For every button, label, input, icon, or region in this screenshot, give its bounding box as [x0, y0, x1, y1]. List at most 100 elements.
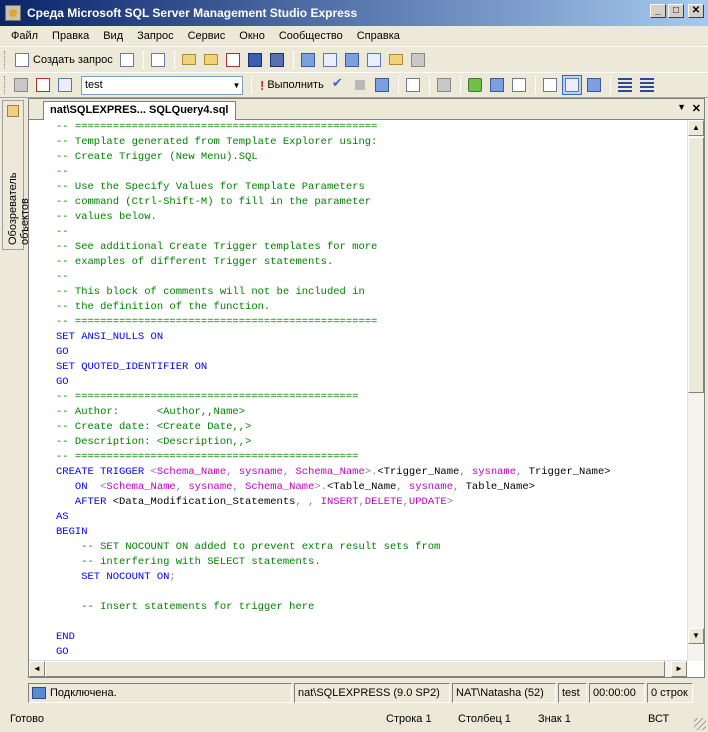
client-stats-button[interactable] — [487, 75, 507, 95]
toolbox-button[interactable] — [386, 50, 406, 70]
maximize-button[interactable]: □ — [668, 4, 684, 18]
code-line[interactable]: SET ANSI_NULLS ON — [56, 330, 611, 345]
code-line[interactable]: SET QUOTED_IDENTIFIER ON — [56, 360, 611, 375]
code-line[interactable] — [56, 585, 611, 600]
code-line[interactable]: -- Create Trigger (New Menu).SQL — [56, 150, 611, 165]
code-line[interactable]: -- See additional Create Trigger templat… — [56, 240, 611, 255]
minimize-button[interactable]: _ — [650, 4, 666, 18]
menu-edit[interactable]: Правка — [45, 30, 96, 42]
code-line[interactable]: -- — [56, 270, 611, 285]
toolbar-grip[interactable] — [4, 76, 7, 94]
horizontal-scrollbar[interactable]: ◄ ► — [29, 660, 687, 677]
horizontal-scroll-thumb[interactable] — [45, 661, 665, 677]
connection-state: Подключена. — [28, 683, 292, 703]
code-line[interactable]: -- command (Ctrl-Shift-M) to fill in the… — [56, 195, 611, 210]
code-line[interactable]: -- Description: <Description,,> — [56, 435, 611, 450]
save-all-button[interactable] — [267, 50, 287, 70]
code-line[interactable]: GO — [56, 645, 611, 660]
results-to-grid-button[interactable] — [561, 75, 582, 95]
open-file-button[interactable] — [179, 50, 199, 70]
new-project-button[interactable] — [148, 50, 168, 70]
code-line[interactable]: -- the definition of the function. — [56, 300, 611, 315]
vertical-scroll-thumb[interactable] — [688, 137, 704, 393]
code-line[interactable]: -- values below. — [56, 210, 611, 225]
code-line[interactable]: -- =====================================… — [56, 315, 611, 330]
comment-button[interactable] — [615, 75, 635, 95]
cancel-query-button[interactable] — [350, 75, 370, 95]
vertical-scrollbar[interactable]: ▲ ▼ — [687, 120, 704, 661]
close-project-button[interactable] — [223, 50, 243, 70]
include-plan-button[interactable] — [465, 75, 485, 95]
code-line[interactable]: -- Insert statements for trigger here — [56, 600, 611, 615]
code-line[interactable]: -- examples of different Trigger stateme… — [56, 255, 611, 270]
code-line[interactable]: ON <Schema_Name, sysname, Schema_Name>.<… — [56, 480, 611, 495]
intellisense-button[interactable] — [434, 75, 454, 95]
close-document-icon[interactable]: ✕ — [692, 102, 701, 115]
display-plan-button[interactable] — [372, 75, 392, 95]
new-query-button[interactable]: Создать запрос — [11, 50, 117, 70]
tab-sqlquery4[interactable]: nat\SQLEXPRES... SQLQuery4.sql — [43, 101, 236, 120]
execute-button[interactable]: ! Выполнить — [256, 78, 328, 93]
app-icon[interactable] — [5, 5, 21, 21]
code-content[interactable]: -- =====================================… — [56, 120, 611, 660]
save-button[interactable] — [245, 50, 265, 70]
menu-query[interactable]: Запрос — [130, 30, 180, 42]
code-line[interactable]: -- interfering with SELECT statements. — [56, 555, 611, 570]
code-line[interactable]: -- =====================================… — [56, 450, 611, 465]
code-line[interactable]: GO — [56, 375, 611, 390]
code-line[interactable]: -- =====================================… — [56, 120, 611, 135]
code-line[interactable]: -- — [56, 165, 611, 180]
code-line[interactable]: -- Author: <Author,,Name> — [56, 405, 611, 420]
connect-button[interactable] — [11, 75, 31, 95]
resize-grip-icon[interactable] — [694, 718, 706, 730]
scroll-right-button[interactable]: ► — [671, 661, 687, 677]
code-line[interactable]: -- =====================================… — [56, 390, 611, 405]
menu-help[interactable]: Справка — [350, 30, 407, 42]
code-line[interactable]: -- This block of comments will not be in… — [56, 285, 611, 300]
object-explorer-tab[interactable]: Обозреватель объектов — [2, 100, 31, 250]
code-line[interactable]: -- — [56, 225, 611, 240]
code-line[interactable]: -- Use the Specify Values for Template P… — [56, 180, 611, 195]
disconnect-button[interactable] — [33, 75, 53, 95]
database-select[interactable]: test ▼ — [81, 75, 243, 95]
code-line[interactable]: -- Template generated from Template Expl… — [56, 135, 611, 150]
new-file-button[interactable] — [117, 50, 137, 70]
sql-editor[interactable]: -- =====================================… — [29, 120, 687, 661]
change-connection-button[interactable] — [55, 75, 75, 95]
results-to-text-button[interactable] — [509, 75, 529, 95]
close-button[interactable]: ✕ — [688, 4, 704, 18]
code-line[interactable]: END — [56, 630, 611, 645]
code-line[interactable]: -- Create date: <Create Date,,> — [56, 420, 611, 435]
toolbar-options-button[interactable] — [408, 50, 428, 70]
code-line[interactable]: GO — [56, 345, 611, 360]
title-bar[interactable]: Среда Microsoft SQL Server Management St… — [0, 0, 708, 26]
code-line[interactable]: CREATE TRIGGER <Schema_Name, sysname, Sc… — [56, 465, 611, 480]
query-designer-button[interactable] — [403, 75, 423, 95]
uncomment-button[interactable] — [637, 75, 657, 95]
menu-community[interactable]: Сообщество — [272, 30, 350, 42]
menu-file[interactable]: Файл — [4, 30, 45, 42]
object-explorer-button[interactable] — [320, 50, 340, 70]
menu-view[interactable]: Вид — [96, 30, 130, 42]
menu-window[interactable]: Окно — [232, 30, 272, 42]
scroll-down-button[interactable]: ▼ — [688, 628, 704, 644]
open-project-button[interactable] — [201, 50, 221, 70]
code-line[interactable]: -- SET NOCOUNT ON added to prevent extra… — [56, 540, 611, 555]
results-to-file-button[interactable] — [584, 75, 604, 95]
registered-servers-button[interactable] — [298, 50, 318, 70]
code-line[interactable]: AS — [56, 510, 611, 525]
chevron-down-icon[interactable]: ▼ — [677, 102, 686, 112]
menu-tools[interactable]: Сервис — [181, 30, 233, 42]
properties-button[interactable] — [364, 50, 384, 70]
scroll-up-button[interactable]: ▲ — [688, 120, 704, 136]
chevron-down-icon[interactable]: ▼ — [228, 77, 242, 94]
parse-button[interactable] — [328, 75, 348, 95]
results-to-text2-button[interactable] — [540, 75, 560, 95]
code-line[interactable]: BEGIN — [56, 525, 611, 540]
code-line[interactable] — [56, 615, 611, 630]
code-line[interactable]: SET NOCOUNT ON; — [56, 570, 611, 585]
code-line[interactable]: AFTER <Data_Modification_Statements, , I… — [56, 495, 611, 510]
toolbar-grip[interactable] — [4, 50, 7, 69]
scroll-left-button[interactable]: ◄ — [29, 661, 45, 677]
template-explorer-button[interactable] — [342, 50, 362, 70]
